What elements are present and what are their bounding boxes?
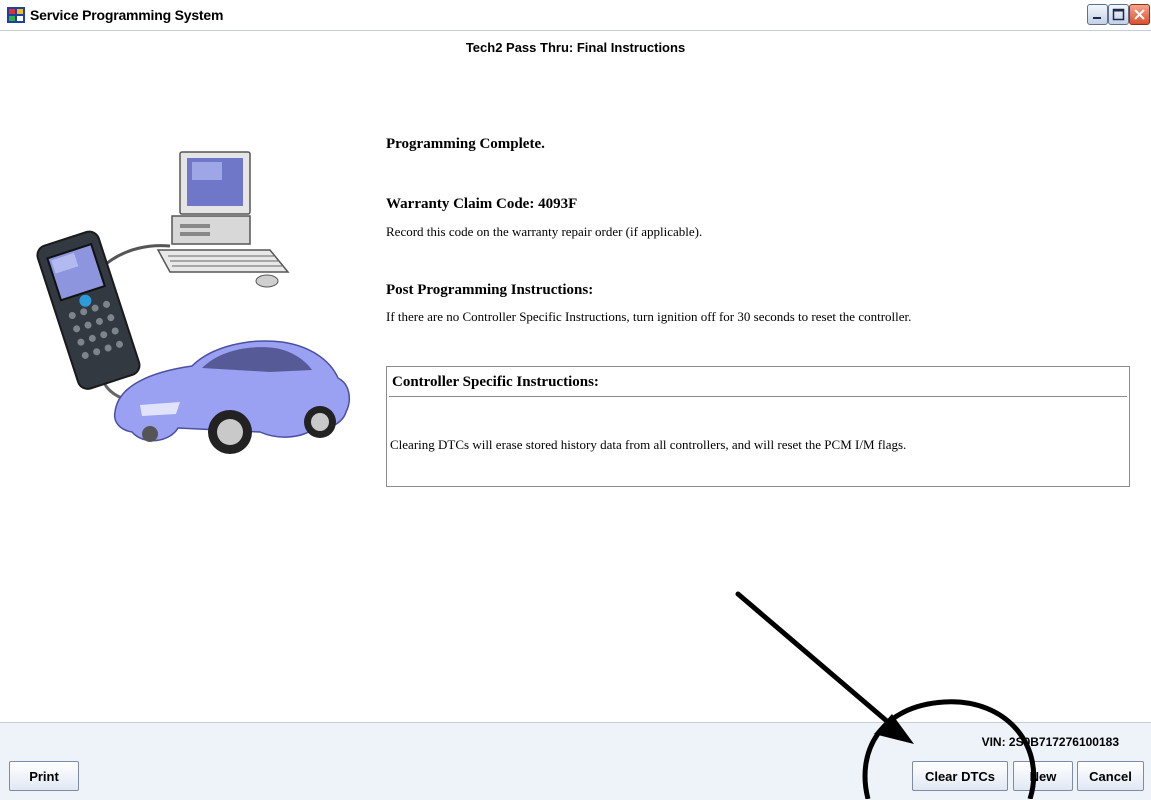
clear-dtcs-button[interactable]: Clear DTCs: [912, 761, 1008, 791]
new-button[interactable]: New: [1013, 761, 1073, 791]
vin-label: VIN: 2S0B717276100183: [981, 735, 1119, 749]
maximize-icon: [1112, 8, 1125, 21]
title-bar[interactable]: Service Programming System: [0, 0, 1151, 31]
warranty-note: Record this code on the warranty repair …: [386, 224, 703, 239]
footer-panel: VIN: 2S0B717276100183 Print Clear DTCs N…: [0, 722, 1151, 800]
post-programming-text: If there are no Controller Specific Inst…: [386, 309, 912, 324]
tech2-pc-vehicle-illustration: [36, 151, 351, 454]
page-subtitle: Tech2 Pass Thru: Final Instructions: [465, 40, 686, 55]
content-area: Programming Complete. Warranty Claim Cod…: [0, 55, 1151, 722]
cancel-button[interactable]: Cancel: [1077, 761, 1144, 791]
close-icon: [1134, 9, 1145, 20]
controller-instructions-header: Controller Specific Instructions:: [389, 369, 1127, 397]
programming-complete-heading: Programming Complete.: [386, 136, 545, 152]
window-title: Service Programming System: [30, 7, 224, 23]
close-button[interactable]: [1129, 4, 1150, 25]
print-button[interactable]: Print: [9, 761, 79, 791]
post-programming-heading: Post Programming Instructions:: [386, 282, 594, 298]
app-window: Service Programming System Tech2 Pass Th…: [0, 0, 1151, 800]
maximize-button[interactable]: [1108, 4, 1129, 25]
app-icon: [7, 7, 25, 23]
controller-instructions-title: Controller Specific Instructions:: [392, 374, 599, 390]
warranty-claim-code: Warranty Claim Code: 4093F: [386, 196, 578, 212]
minimize-button[interactable]: [1087, 4, 1108, 25]
minimize-icon: [1093, 17, 1101, 19]
controller-instructions-text: Clearing DTCs will erase stored history …: [390, 437, 907, 452]
controller-instructions-panel: Controller Specific Instructions: Cleari…: [386, 366, 1130, 487]
